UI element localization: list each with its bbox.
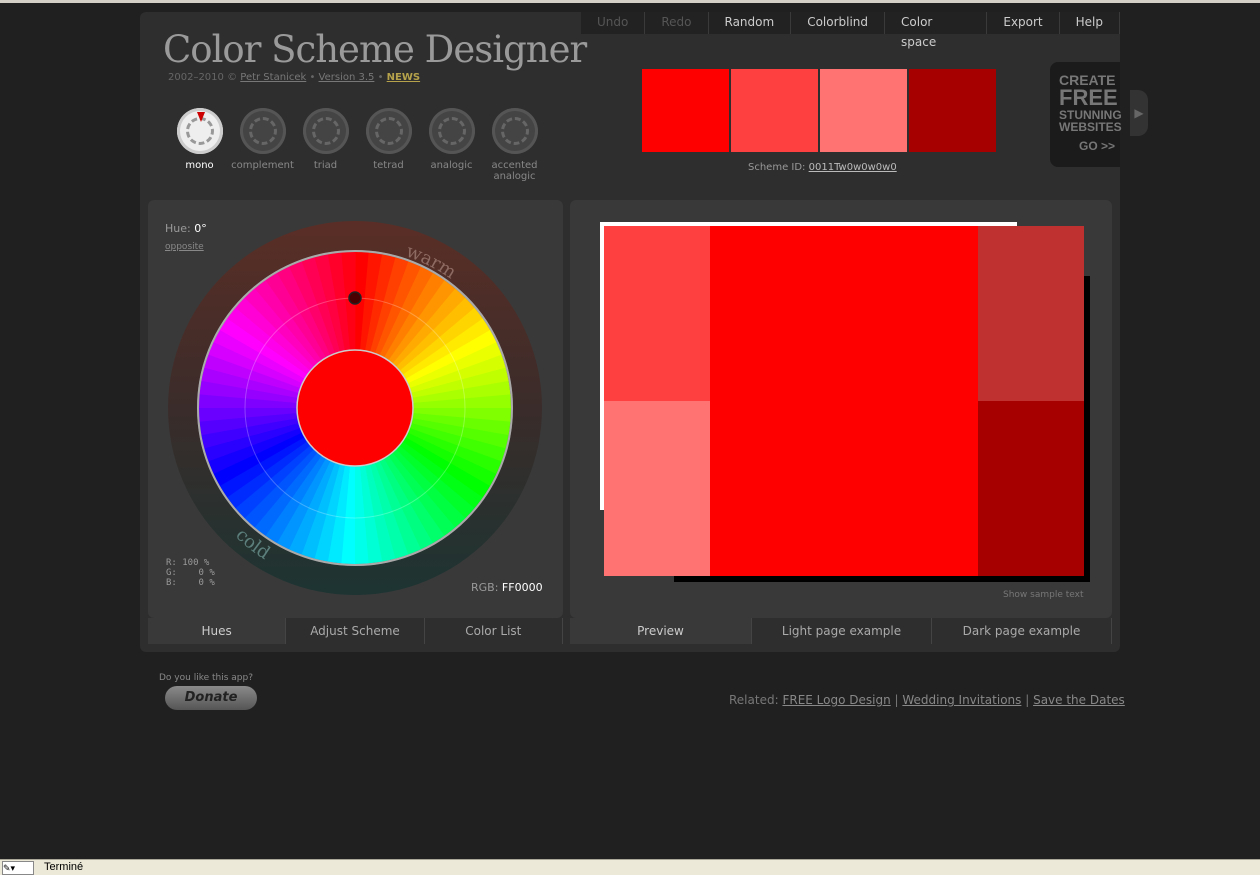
donate-button[interactable]: Donate (165, 686, 257, 710)
rgb-label: RGB: (471, 581, 499, 594)
ad-free: FREE (1059, 85, 1118, 110)
hue-value: 0° (194, 222, 207, 235)
rgb-value[interactable]: FF0000 (502, 581, 543, 594)
preview-dark-1 (978, 226, 1084, 401)
preview-main (710, 226, 978, 576)
menu-colorblind[interactable]: Colorblind (791, 12, 886, 34)
preview-dark-2 (978, 401, 1084, 576)
rgb-percent: R: 100 % G: 0 % B: 0 % (166, 558, 215, 588)
complement-scheme-icon (239, 108, 286, 154)
hue-label: Hue: (165, 222, 191, 235)
show-sample-text-link[interactable]: Show sample text (1003, 590, 1084, 600)
menu-undo[interactable]: Undo (581, 12, 646, 34)
scheme-accented-analogic[interactable]: accented analogic (483, 108, 546, 182)
tab-dark-page-example[interactable]: Dark page example (932, 618, 1112, 644)
ad-go: GO >> (1079, 139, 1116, 153)
rgb-hex: RGB: FF0000 (471, 581, 543, 594)
menu-color-space[interactable]: Color space (885, 12, 988, 49)
related-label: Related: (729, 693, 779, 707)
mono-scheme-icon (176, 108, 223, 154)
related-links: Related: FREE Logo Design | Wedding Invi… (729, 693, 1125, 707)
scheme-mono[interactable]: mono (168, 108, 231, 182)
scheme-label: triad (313, 160, 338, 171)
scheme-triad[interactable]: triad (294, 108, 357, 182)
menu-random[interactable]: Random (709, 12, 792, 34)
g-percent: G: 0 % (166, 568, 215, 578)
scheme-label: accented analogic (491, 160, 538, 182)
logo-design-link[interactable]: FREE Logo Design (782, 693, 890, 707)
news-link[interactable]: NEWS (387, 72, 420, 83)
scheme-id-label: Scheme ID: (748, 162, 806, 173)
scheme-tetrad[interactable]: tetrad (357, 108, 420, 182)
connection-icon: ✎▾ (2, 861, 34, 875)
scheme-label: analogic (430, 160, 473, 171)
scheme-complement[interactable]: complement (231, 108, 294, 182)
scheme-id: Scheme ID: 0011Tw0w0w0w0 (748, 162, 897, 173)
r-percent: R: 100 % (166, 558, 210, 568)
preview-light-1 (604, 226, 710, 401)
preview-area (600, 222, 1090, 582)
chevron-right-icon[interactable]: ▶ (1130, 90, 1148, 136)
tab-light-page-example[interactable]: Light page example (752, 618, 932, 644)
analogic-scheme-icon (428, 108, 475, 154)
tab-hues[interactable]: Hues (148, 618, 287, 644)
scheme-id-link[interactable]: 0011Tw0w0w0w0 (809, 162, 897, 173)
hue-handle (348, 291, 362, 305)
accented-analogic-scheme-icon (491, 108, 538, 154)
status-text: Terminé (44, 861, 84, 873)
menu-help[interactable]: Help (1060, 12, 1120, 34)
tab-color-list[interactable]: Color List (424, 618, 563, 644)
tab-adjust-scheme[interactable]: Adjust Scheme (286, 618, 425, 644)
opposite-link[interactable]: opposite (165, 242, 204, 252)
swatch-light-2[interactable] (820, 69, 907, 152)
browser-status-bar: ✎▾ Terminé (0, 859, 1260, 875)
scheme-type-selector: mono complement triad tetrad analogic ac… (168, 108, 546, 182)
right-tabs: Preview Light page example Dark page exa… (570, 618, 1112, 644)
color-wheel[interactable]: warm cold (165, 218, 545, 598)
menu-export[interactable]: Export (987, 12, 1060, 34)
app-title: Color Scheme Designer (163, 28, 587, 71)
tetrad-scheme-icon (365, 108, 412, 154)
window-top-edge (0, 0, 1260, 3)
save-the-dates-link[interactable]: Save the Dates (1033, 693, 1125, 707)
current-hue-disc (296, 349, 414, 467)
credits: 2002–2010 © Petr Stanicek • Version 3.5 … (168, 72, 421, 83)
scheme-label: complement (231, 160, 294, 171)
scheme-label: mono (185, 160, 214, 171)
ad-websites: WEBSITES (1059, 120, 1122, 134)
top-menu: Undo Redo Random Colorblind Color space … (581, 12, 1120, 49)
credits-years: 2002–2010 © (168, 72, 238, 83)
triad-scheme-icon (302, 108, 349, 154)
menu-redo[interactable]: Redo (645, 12, 709, 34)
version-link[interactable]: Version 3.5 (319, 72, 375, 83)
left-tabs: Hues Adjust Scheme Color List (148, 618, 563, 644)
scheme-swatches (642, 69, 996, 152)
wedding-invitations-link[interactable]: Wedding Invitations (902, 693, 1021, 707)
scheme-analogic[interactable]: analogic (420, 108, 483, 182)
swatch-dark[interactable] (909, 69, 996, 152)
create-websites-ad[interactable]: CREATE FREE STUNNING WEBSITES GO >> (1050, 62, 1122, 167)
b-percent: B: 0 % (166, 578, 215, 588)
swatch-light-1[interactable] (731, 69, 818, 152)
hue-readout: Hue: 0° (165, 222, 207, 235)
donate-question: Do you like this app? (159, 673, 253, 683)
swatch-primary[interactable] (642, 69, 729, 152)
preview-light-2 (604, 401, 710, 576)
tab-preview[interactable]: Preview (570, 618, 752, 644)
scheme-label: tetrad (373, 160, 404, 171)
author-link[interactable]: Petr Stanicek (240, 72, 306, 83)
